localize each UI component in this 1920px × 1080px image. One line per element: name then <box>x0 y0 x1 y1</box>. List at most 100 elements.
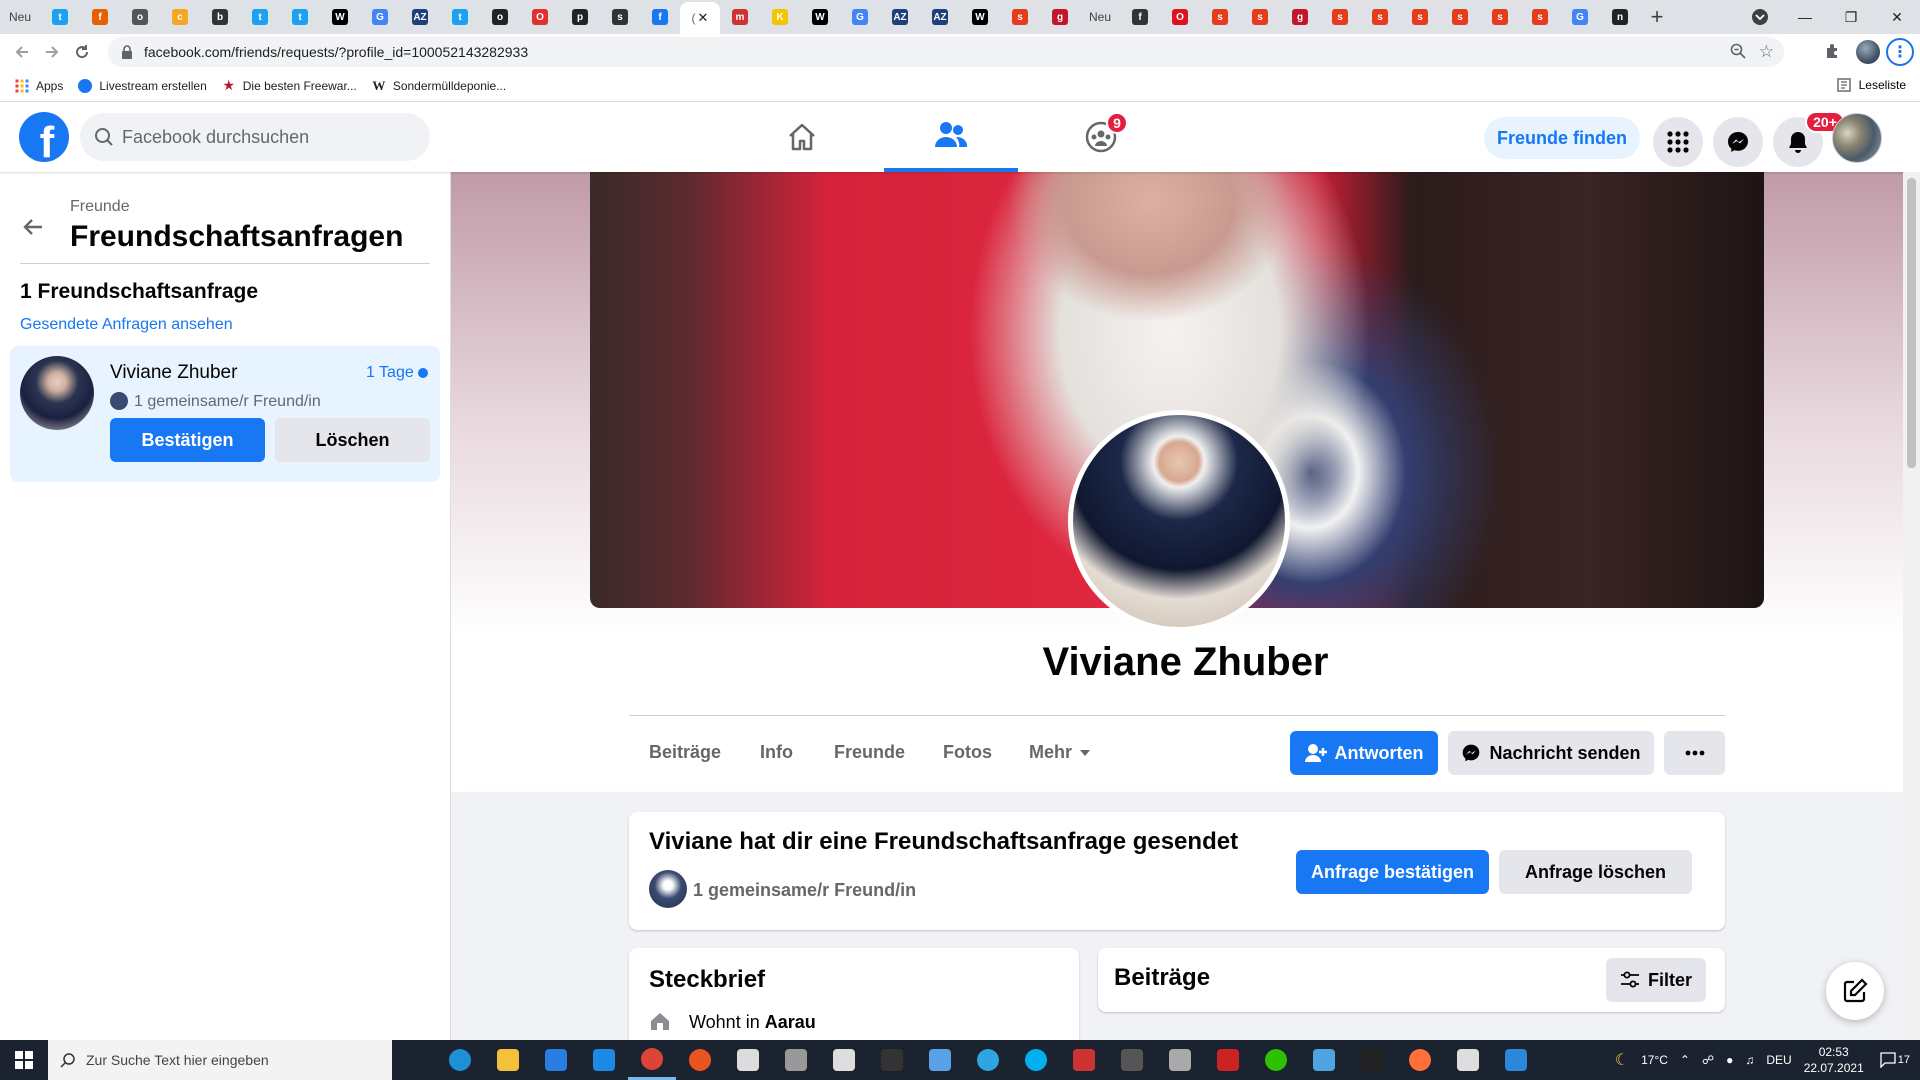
bookmark-star-icon[interactable]: ☆ <box>1759 42 1774 62</box>
taskbar-app[interactable] <box>484 1040 532 1080</box>
confirm-request-button[interactable]: Anfrage bestätigen <box>1296 850 1489 894</box>
forward-button[interactable] <box>38 38 66 66</box>
taskbar-app[interactable] <box>532 1040 580 1080</box>
messenger-button[interactable] <box>1713 117 1763 167</box>
taskbar-app[interactable] <box>628 1040 676 1080</box>
new-message-button[interactable] <box>1826 962 1884 1020</box>
microphone-icon[interactable]: ● <box>1726 1053 1733 1067</box>
taskbar-app[interactable] <box>724 1040 772 1080</box>
tab-info[interactable]: Info <box>760 742 793 763</box>
requester-avatar[interactable] <box>20 356 94 430</box>
browser-tab-active[interactable]: (✕ <box>680 2 720 34</box>
bookmark-item[interactable]: ★ Die besten Freewar... <box>221 77 356 94</box>
browser-tab[interactable]: G <box>1560 2 1600 32</box>
tab-search-button[interactable] <box>1748 5 1772 29</box>
browser-tab[interactable]: AZ <box>880 2 920 32</box>
browser-tab[interactable]: s <box>1520 2 1560 32</box>
browser-tab[interactable]: f <box>640 2 680 32</box>
extensions-puzzle-icon[interactable] <box>1824 42 1842 65</box>
browser-tab[interactable]: W <box>800 2 840 32</box>
page-scrollbar[interactable] <box>1903 172 1920 1040</box>
browser-tab[interactable]: Neu <box>0 2 40 32</box>
browser-tab[interactable]: p <box>560 2 600 32</box>
bookmark-item[interactable]: W Sondermülldeponie... <box>371 78 506 94</box>
profile-picture[interactable] <box>1068 410 1290 632</box>
search-input[interactable] <box>122 126 402 148</box>
browser-tab[interactable]: m <box>720 2 760 32</box>
taskbar-app[interactable] <box>772 1040 820 1080</box>
browser-tab[interactable]: W <box>320 2 360 32</box>
breadcrumb[interactable]: Freunde <box>70 198 130 216</box>
browser-tab[interactable]: s <box>1360 2 1400 32</box>
taskbar-app[interactable] <box>1300 1040 1348 1080</box>
browser-tab[interactable]: g <box>1280 2 1320 32</box>
browser-tab[interactable]: s <box>1440 2 1480 32</box>
taskbar-app[interactable] <box>1492 1040 1540 1080</box>
taskbar-app[interactable] <box>964 1040 1012 1080</box>
browser-tab[interactable]: s <box>1480 2 1520 32</box>
new-tab-button[interactable]: + <box>1640 2 1674 32</box>
tab-posts[interactable]: Beiträge <box>649 742 721 763</box>
browser-tab[interactable]: c <box>160 2 200 32</box>
lives-in-city[interactable]: Aarau <box>765 1012 816 1032</box>
volume-icon[interactable]: ♫ <box>1745 1053 1754 1067</box>
taskbar-app[interactable] <box>1204 1040 1252 1080</box>
browser-tab[interactable]: n <box>1600 2 1640 32</box>
reading-list-button[interactable]: Leseliste <box>1836 78 1906 92</box>
taskbar-app[interactable] <box>1012 1040 1060 1080</box>
send-message-button[interactable]: Nachricht senden <box>1448 731 1654 775</box>
mutual-friend-avatar[interactable] <box>649 870 687 908</box>
browser-tab[interactable]: f <box>1120 2 1160 32</box>
nav-tab-friends[interactable] <box>884 102 1018 172</box>
taskbar-app[interactable] <box>436 1040 484 1080</box>
account-avatar[interactable] <box>1832 113 1882 163</box>
weather-temperature[interactable]: 17°C <box>1641 1053 1668 1067</box>
tab-friends[interactable]: Freunde <box>834 742 905 763</box>
taskbar-app[interactable] <box>1060 1040 1108 1080</box>
browser-tab[interactable]: t <box>240 2 280 32</box>
browser-tab[interactable]: o <box>120 2 160 32</box>
browser-tab[interactable]: t <box>280 2 320 32</box>
find-friends-button[interactable]: Freunde finden <box>1484 117 1640 159</box>
mutual-friends-text[interactable]: 1 gemeinsame/r Freund/in <box>134 393 321 411</box>
taskbar-app[interactable] <box>676 1040 724 1080</box>
address-bar[interactable]: facebook.com/friends/requests/?profile_i… <box>108 37 1784 67</box>
taskbar-search[interactable]: Zur Suche Text hier eingeben <box>48 1040 392 1080</box>
browser-tab[interactable]: s <box>600 2 640 32</box>
browser-tab[interactable]: G <box>840 2 880 32</box>
browser-tab[interactable]: Neu <box>1080 2 1120 32</box>
delete-button[interactable]: Löschen <box>275 418 430 462</box>
zoom-icon[interactable] <box>1730 43 1746 64</box>
browser-tab[interactable]: t <box>440 2 480 32</box>
browser-tab[interactable]: s <box>1400 2 1440 32</box>
action-center-button[interactable]: 17 <box>1880 1052 1910 1068</box>
mutual-friends-text[interactable]: 1 gemeinsame/r Freund/in <box>693 880 916 901</box>
bookmark-item[interactable]: Livestream erstellen <box>77 78 207 94</box>
close-window-button[interactable]: ✕ <box>1874 0 1920 34</box>
keyboard-language[interactable]: DEU <box>1766 1053 1791 1067</box>
bookmark-item[interactable]: Apps <box>14 78 63 94</box>
start-button[interactable] <box>0 1040 48 1080</box>
taskbar-app[interactable] <box>580 1040 628 1080</box>
friend-request-item[interactable]: Viviane Zhuber 1 Tage 1 gemeinsame/r Fre… <box>10 346 440 482</box>
browser-menu-button[interactable]: ⋮ <box>1886 38 1914 66</box>
reload-button[interactable] <box>68 38 96 66</box>
taskbar-app[interactable] <box>1396 1040 1444 1080</box>
requester-name[interactable]: Viviane Zhuber <box>110 362 237 384</box>
tab-photos[interactable]: Fotos <box>943 742 992 763</box>
browser-tab[interactable]: AZ <box>920 2 960 32</box>
taskbar-app[interactable] <box>820 1040 868 1080</box>
more-options-button[interactable] <box>1664 731 1725 775</box>
minimize-button[interactable]: — <box>1782 0 1828 34</box>
taskbar-clock[interactable]: 02:53 22.07.2021 <box>1804 1044 1864 1076</box>
tab-more[interactable]: Mehr <box>1029 742 1091 763</box>
taskbar-app[interactable] <box>916 1040 964 1080</box>
sent-requests-link[interactable]: Gesendete Anfragen ansehen <box>20 316 233 334</box>
taskbar-app[interactable] <box>1444 1040 1492 1080</box>
notifications-button[interactable]: 20+ <box>1773 111 1845 167</box>
close-tab-icon[interactable]: ✕ <box>698 10 709 26</box>
tray-chevron-up-icon[interactable]: ⌃ <box>1680 1053 1690 1067</box>
menu-grid-button[interactable] <box>1653 117 1703 167</box>
taskbar-app[interactable] <box>868 1040 916 1080</box>
facebook-logo-icon[interactable]: f <box>19 112 69 162</box>
